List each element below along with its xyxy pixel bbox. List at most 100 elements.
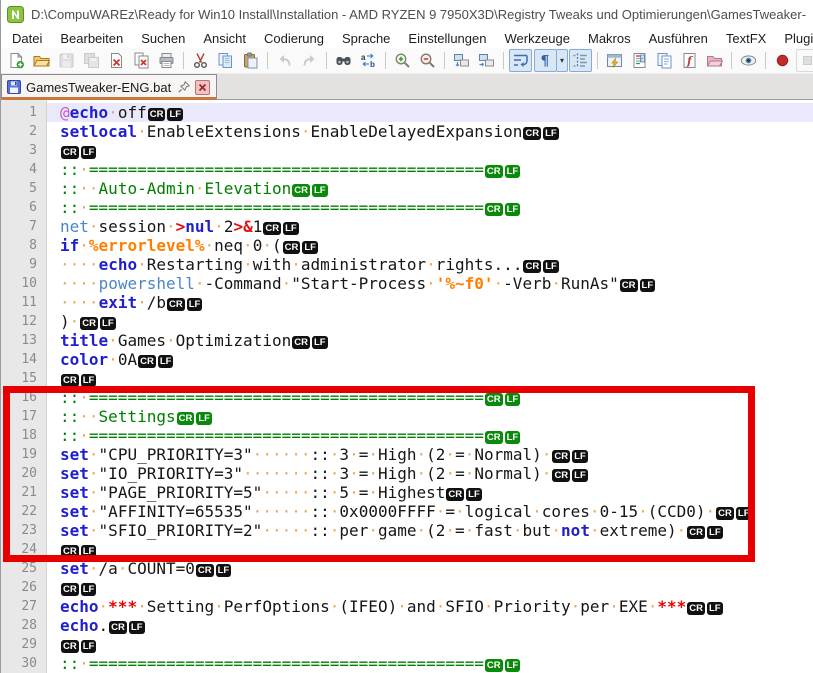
- code-line-4: ::·=====================================…: [47, 160, 813, 179]
- menu-item-ausfuehren[interactable]: Ausführen: [640, 29, 717, 48]
- pin-tab-icon[interactable]: [177, 80, 191, 94]
- word-wrap-button[interactable]: [509, 49, 532, 72]
- document-map-icon: [631, 52, 648, 69]
- document-map-button[interactable]: [628, 49, 651, 72]
- sync-scroll-vertical-button[interactable]: [450, 49, 473, 72]
- menu-item-einstellungen[interactable]: Einstellungen: [399, 29, 495, 48]
- save-all-icon: [83, 52, 100, 69]
- code-line-9: ····echo·Restarting·with·administrator·r…: [47, 255, 813, 274]
- macro-stop-button[interactable]: [796, 49, 813, 72]
- code-line-30: ::·=====================================…: [47, 654, 813, 673]
- line-number: 9: [1, 255, 46, 274]
- menu-item-codierung[interactable]: Codierung: [255, 29, 333, 48]
- menu-item-werkzeuge[interactable]: Werkzeuge: [495, 29, 579, 48]
- zoom-out-button[interactable]: [416, 49, 439, 72]
- indent-guide-button[interactable]: [569, 49, 592, 72]
- crlf-marker-cr: CR: [283, 241, 301, 254]
- line-number: 27: [1, 597, 46, 616]
- paste-icon: [242, 52, 259, 69]
- crlf-marker-cr: CR: [61, 640, 79, 653]
- word-wrap-icon: [512, 52, 529, 69]
- menu-item-datei[interactable]: Datei: [3, 29, 51, 48]
- menu-item-textfx[interactable]: TextFX: [717, 29, 775, 48]
- crlf-marker-lf: LF: [505, 659, 521, 672]
- document-switcher-button[interactable]: [653, 49, 676, 72]
- toolbar-separator: [765, 52, 766, 69]
- open-file-button[interactable]: [30, 49, 53, 72]
- code-line-8: if·%errorlevel%·neq·0·(CRLF: [47, 236, 813, 255]
- tab-gamestweaker[interactable]: GamesTweaker-ENG.bat: [1, 74, 217, 99]
- file-monitoring-eye-button[interactable]: [737, 49, 760, 72]
- code-line-24: CRLF: [47, 540, 813, 559]
- sync-scroll-horizontal-button[interactable]: [475, 49, 498, 72]
- menu-item-sprache[interactable]: Sprache: [333, 29, 399, 48]
- zoom-out-icon: [419, 52, 436, 69]
- line-number: 25: [1, 559, 46, 578]
- menu-item-plugins[interactable]: Plugins: [775, 29, 813, 48]
- crlf-marker-cr: CR: [523, 260, 541, 273]
- crlf-marker-cr: CR: [61, 583, 79, 596]
- crlf-marker-cr: CR: [687, 526, 705, 539]
- line-number: 7: [1, 217, 46, 236]
- toolbar-separator: [597, 52, 598, 69]
- save-file-button[interactable]: [55, 49, 78, 72]
- folder-as-workspace-button[interactable]: [703, 49, 726, 72]
- crlf-marker-cr: CR: [552, 450, 570, 463]
- menu-item-bearbeiten[interactable]: Bearbeiten: [51, 29, 132, 48]
- menu-item-ansicht[interactable]: Ansicht: [194, 29, 255, 48]
- sync-scroll-horizontal-icon: [478, 52, 495, 69]
- cut-button[interactable]: [189, 49, 212, 72]
- crlf-marker-lf: LF: [312, 336, 328, 349]
- toolbar-separator: [731, 52, 732, 69]
- line-number: 3: [1, 141, 46, 160]
- crlf-marker-lf: LF: [81, 146, 97, 159]
- new-file-button[interactable]: [5, 49, 28, 72]
- copy-button[interactable]: [214, 49, 237, 72]
- toolbar-separator: [385, 52, 386, 69]
- crlf-marker-cr: CR: [485, 431, 503, 444]
- crlf-marker-lf: LF: [505, 203, 521, 216]
- window-title: D:\CompuWAREz\Ready for Win10 Install\In…: [31, 7, 807, 22]
- svg-text:¶: ¶: [541, 54, 550, 70]
- code-line-7: net·session·>nul·2>&1CRLF: [47, 217, 813, 236]
- crlf-marker-cr: CR: [167, 298, 185, 311]
- crlf-marker-cr: CR: [177, 412, 195, 425]
- crlf-marker-lf: LF: [572, 450, 588, 463]
- show-all-characters-button[interactable]: ¶: [534, 49, 557, 72]
- undo-button[interactable]: [273, 49, 296, 72]
- indent-guide-icon: [572, 52, 589, 69]
- paste-button[interactable]: [239, 49, 262, 72]
- line-number: 4: [1, 160, 46, 179]
- close-all-button[interactable]: [130, 49, 153, 72]
- show-all-characters-dropdown-arrow[interactable]: ▾: [557, 49, 568, 72]
- crlf-marker-cr: CR: [80, 317, 98, 330]
- code-line-1: @echo·offCRLF: [47, 103, 813, 122]
- code-line-22: set·"AFFINITY=65535"······::·0x0000FFFF·…: [47, 502, 813, 521]
- find-icon: [335, 52, 352, 69]
- macro-record-button[interactable]: [771, 49, 794, 72]
- menu-item-makros[interactable]: Makros: [579, 29, 640, 48]
- line-number: 30: [1, 654, 46, 673]
- line-number: 12: [1, 312, 46, 331]
- print-button[interactable]: [155, 49, 178, 72]
- line-number: 6: [1, 198, 46, 217]
- toolbar-separator: [183, 52, 184, 69]
- user-defined-language-button[interactable]: [603, 49, 626, 72]
- menu-item-suchen[interactable]: Suchen: [132, 29, 194, 48]
- close-tab-icon[interactable]: [195, 80, 210, 95]
- function-list-button[interactable]: f: [678, 49, 701, 72]
- code-editor[interactable]: 1234567891011121314151617181920212223242…: [1, 100, 813, 673]
- crlf-marker-lf: LF: [196, 412, 212, 425]
- redo-button[interactable]: [298, 49, 321, 72]
- close-file-button[interactable]: [105, 49, 128, 72]
- zoom-in-button[interactable]: [391, 49, 414, 72]
- crlf-marker-lf: LF: [81, 583, 97, 596]
- crlf-marker-cr: CR: [485, 165, 503, 178]
- line-number: 18: [1, 426, 46, 445]
- save-all-button[interactable]: [80, 49, 103, 72]
- find-button[interactable]: [332, 49, 355, 72]
- cut-icon: [192, 52, 209, 69]
- crlf-marker-lf: LF: [736, 507, 752, 520]
- replace-button[interactable]: ab: [357, 49, 380, 72]
- code-line-15: CRLF: [47, 369, 813, 388]
